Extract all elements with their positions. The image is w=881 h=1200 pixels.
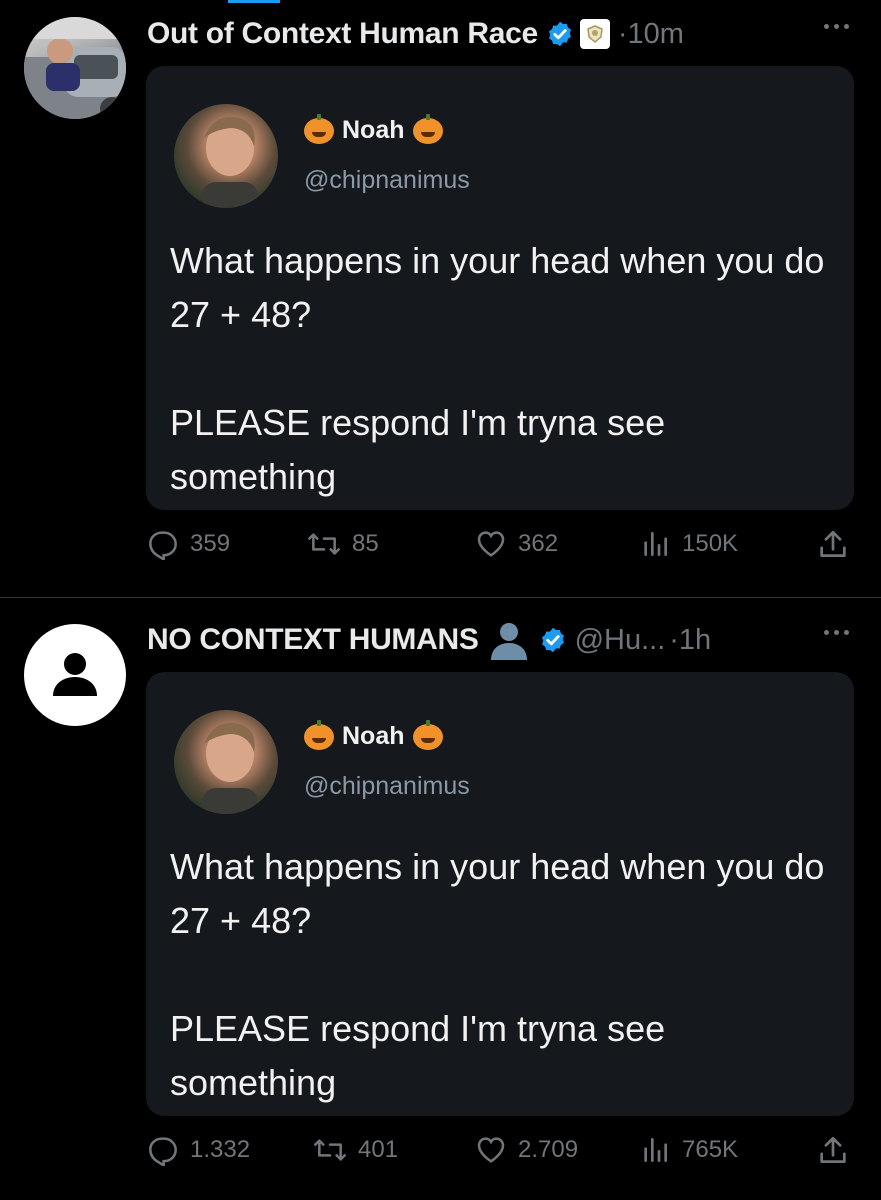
reply-count: 359 bbox=[190, 530, 231, 557]
tweet[interactable]: Out of Context Human Race ·10m Noah @chi… bbox=[0, 0, 881, 600]
repost-button[interactable]: 85 bbox=[306, 528, 379, 560]
tweet[interactable]: NO CONTEXT HUMANS @Hu... ·1h Noah @chipn… bbox=[0, 598, 881, 1200]
quoted-author-name: Noah bbox=[304, 719, 443, 751]
share-button[interactable] bbox=[816, 528, 850, 562]
views-icon bbox=[644, 1138, 667, 1162]
avatar[interactable] bbox=[24, 624, 126, 726]
quoted-avatar bbox=[174, 104, 278, 208]
quoted-text-paragraph: PLEASE respond I'm tryna see something bbox=[170, 402, 666, 497]
repost-count: 401 bbox=[358, 1136, 399, 1163]
views-icon bbox=[644, 532, 667, 556]
quoted-tweet-card[interactable]: Noah @chipnanimus What happens in your h… bbox=[146, 672, 854, 1116]
quoted-text-paragraph: What happens in your head when you do 27… bbox=[170, 240, 825, 335]
pumpkin-emoji-icon bbox=[304, 719, 334, 750]
pumpkin-emoji-icon bbox=[412, 719, 443, 750]
repost-button[interactable]: 401 bbox=[312, 1134, 398, 1166]
share-button[interactable] bbox=[816, 1134, 850, 1168]
verified-badge-icon bbox=[546, 20, 574, 48]
quoted-avatar bbox=[174, 710, 278, 814]
reply-icon bbox=[149, 1137, 177, 1166]
quoted-name-text: Noah bbox=[342, 116, 405, 144]
more-icon[interactable] bbox=[824, 630, 849, 635]
tweet-header: Out of Context Human Race ·10m bbox=[147, 14, 684, 54]
quoted-handle: @chipnanimus bbox=[304, 772, 470, 800]
timestamp[interactable]: ·10m bbox=[618, 18, 684, 51]
views-count: 150K bbox=[682, 530, 739, 557]
reply-icon bbox=[149, 531, 177, 560]
avatar[interactable] bbox=[24, 17, 126, 119]
like-button[interactable]: 362 bbox=[474, 528, 558, 560]
quoted-handle: @chipnanimus bbox=[304, 166, 470, 194]
like-count: 2.709 bbox=[518, 1136, 579, 1163]
repost-count: 85 bbox=[352, 530, 379, 557]
pumpkin-emoji-icon bbox=[304, 113, 334, 144]
quoted-author-name: Noah bbox=[304, 113, 443, 145]
more-icon[interactable] bbox=[824, 24, 849, 29]
quoted-name-text: Noah bbox=[342, 722, 405, 750]
author-name[interactable]: NO CONTEXT HUMANS bbox=[147, 623, 479, 657]
like-icon bbox=[477, 531, 505, 557]
like-button[interactable]: 2.709 bbox=[474, 1134, 578, 1166]
affiliate-badge-icon[interactable] bbox=[579, 19, 610, 49]
views-count: 765K bbox=[682, 1136, 739, 1163]
views-button[interactable]: 150K bbox=[638, 528, 738, 560]
share-icon bbox=[820, 530, 846, 557]
avatar-photo bbox=[24, 17, 126, 119]
like-icon bbox=[477, 1137, 505, 1163]
bust-emoji-icon bbox=[487, 620, 531, 660]
tweet-actions: 1.332 401 2.709 765K bbox=[146, 1134, 854, 1174]
author-name[interactable]: Out of Context Human Race bbox=[147, 17, 538, 51]
like-count: 362 bbox=[518, 530, 559, 557]
repost-icon bbox=[314, 1139, 346, 1161]
pumpkin-emoji-icon bbox=[412, 113, 443, 144]
quoted-text-paragraph: PLEASE respond I'm tryna see something bbox=[170, 1008, 666, 1103]
tweet-header: NO CONTEXT HUMANS @Hu... ·1h bbox=[147, 620, 711, 660]
reply-button[interactable]: 359 bbox=[146, 528, 230, 560]
quoted-text: What happens in your head when you do 27… bbox=[170, 840, 840, 1110]
tweet-actions: 359 85 362 150K bbox=[146, 528, 854, 568]
share-icon bbox=[820, 1136, 846, 1163]
reply-button[interactable]: 1.332 bbox=[146, 1134, 250, 1166]
author-handle[interactable]: @Hu... bbox=[575, 624, 666, 657]
timestamp[interactable]: ·1h bbox=[669, 624, 711, 657]
quoted-text-paragraph: What happens in your head when you do 27… bbox=[170, 846, 825, 941]
verified-badge-icon bbox=[539, 626, 567, 654]
reply-count: 1.332 bbox=[190, 1136, 251, 1163]
default-avatar-icon bbox=[53, 653, 97, 696]
views-button[interactable]: 765K bbox=[638, 1134, 738, 1166]
quoted-tweet-card[interactable]: Noah @chipnanimus What happens in your h… bbox=[146, 66, 854, 510]
repost-icon bbox=[308, 533, 340, 555]
quoted-text: What happens in your head when you do 27… bbox=[170, 234, 840, 504]
